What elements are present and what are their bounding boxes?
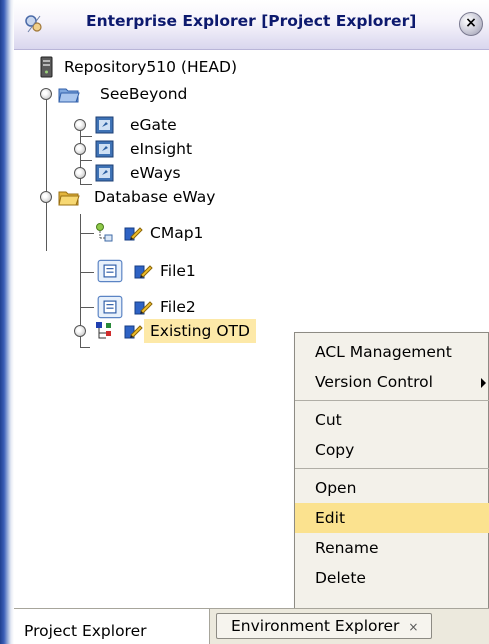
open-folder-icon <box>58 88 80 103</box>
tree-connector-line <box>80 160 92 161</box>
tree-connector-line <box>80 272 94 273</box>
tree-item-label: Database eWay <box>94 188 216 206</box>
tab-project-explorer[interactable]: Project Explorer <box>14 609 210 644</box>
tree-item-label: eGate <box>130 116 177 134</box>
close-icon: × <box>465 15 477 31</box>
otd-icon <box>96 322 111 339</box>
explorer-icon <box>25 15 42 33</box>
server-icon <box>40 56 53 78</box>
tab-label: Project Explorer <box>24 622 147 640</box>
checked-out-pencil-icon <box>124 227 143 241</box>
menu-item-cut[interactable]: Cut <box>295 405 489 435</box>
expand-toggle[interactable] <box>74 119 86 131</box>
expand-toggle[interactable] <box>40 88 52 100</box>
tree-item-cmap1[interactable]: CMap1 <box>94 218 203 248</box>
menu-separator <box>295 468 489 469</box>
tree-item-label: eInsight <box>130 140 193 158</box>
expand-toggle[interactable] <box>74 167 86 179</box>
window-title: Enterprise Explorer [Project Explorer] <box>86 12 417 30</box>
tree-item-label: File2 <box>160 298 196 316</box>
title-bar: Enterprise Explorer [Project Explorer] × <box>14 0 489 50</box>
tree-connector-line <box>80 136 92 137</box>
submenu-arrow-icon <box>481 378 486 388</box>
tab-close-icon[interactable]: × <box>408 620 418 634</box>
menu-item-open[interactable]: Open <box>295 473 489 503</box>
tree-connector-line <box>80 233 94 234</box>
checked-out-pencil-icon <box>134 301 153 315</box>
tree-item-label: eWays <box>130 164 181 182</box>
connectivity-map-icon <box>96 223 113 242</box>
menu-item-delete[interactable]: Delete <box>295 563 489 593</box>
menu-item-version-control[interactable]: Version Control <box>295 367 489 397</box>
menu-item-edit[interactable]: Edit <box>295 503 489 533</box>
menu-separator <box>295 400 489 401</box>
tree-item-label-selected: Existing OTD <box>144 319 256 343</box>
tree-item-repository[interactable]: Repository510 (HEAD) <box>36 52 237 82</box>
project-icon <box>95 164 114 182</box>
tree-item-file1[interactable]: File1 <box>94 256 196 286</box>
tab-environment-explorer[interactable]: Environment Explorer × <box>216 613 432 639</box>
expand-toggle[interactable] <box>40 191 52 203</box>
tree-item-database-eway[interactable]: Database eWay <box>58 182 215 212</box>
menu-item-label: Version Control <box>315 373 433 391</box>
tab-label: Environment Explorer <box>231 617 400 635</box>
menu-item-copy[interactable]: Copy <box>295 435 489 465</box>
checked-out-pencil-icon <box>124 325 143 339</box>
tree-connector-line <box>46 94 47 251</box>
open-folder-icon <box>58 191 80 206</box>
tree-connector-line <box>80 307 94 308</box>
expand-toggle[interactable] <box>74 143 86 155</box>
tree-connector-line <box>80 347 90 348</box>
menu-item-acl-management[interactable]: ACL Management <box>295 337 489 367</box>
tab-bar: Project Explorer Environment Explorer × <box>14 608 489 644</box>
tree-item-label: File1 <box>160 262 196 280</box>
menu-item-rename[interactable]: Rename <box>295 533 489 563</box>
close-button[interactable]: × <box>459 12 483 36</box>
context-menu[interactable]: ACL Management Version Control Cut Copy … <box>294 332 489 634</box>
expand-toggle[interactable] <box>74 325 86 337</box>
left-window-border <box>0 0 14 644</box>
project-icon <box>95 116 114 134</box>
tree-item-existing-otd[interactable]: Existing OTD <box>94 316 256 346</box>
file-eway-icon <box>97 259 123 283</box>
project-icon <box>95 140 114 158</box>
tree-item-label: Repository510 (HEAD) <box>64 58 238 76</box>
tree-item-label: SeeBeyond <box>100 85 188 103</box>
tree-item-seebeyond[interactable]: SeeBeyond <box>58 79 187 109</box>
checked-out-pencil-icon <box>134 265 153 279</box>
tree-item-label: CMap1 <box>150 224 204 242</box>
